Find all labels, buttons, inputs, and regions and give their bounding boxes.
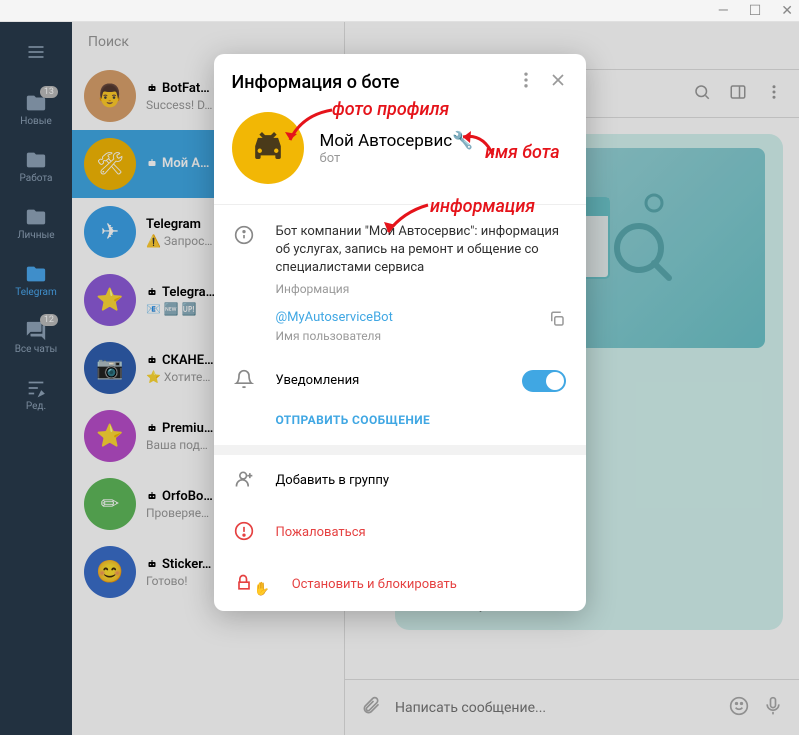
info-label: Информация	[276, 282, 566, 296]
bot-name: Мой Автосервис🔧	[320, 131, 474, 151]
window-close[interactable]: ✕	[781, 3, 793, 19]
username-label: Имя пользователя	[276, 329, 393, 343]
modal-title: Информация о боте	[232, 72, 504, 93]
bot-username[interactable]: @MyAutoserviceBot	[276, 310, 393, 325]
bot-info-modal: Информация о боте Мой Автосервис🔧 бот Бо…	[214, 54, 586, 611]
modal-backdrop[interactable]: Информация о боте Мой Автосервис🔧 бот Бо…	[0, 22, 799, 735]
copy-icon[interactable]	[548, 310, 566, 332]
send-message-button[interactable]: ОТПРАВИТЬ СООБЩЕНИЕ	[214, 411, 586, 445]
warning-icon	[234, 521, 254, 545]
modal-close-icon[interactable]	[548, 70, 568, 94]
notifications-label: Уведомления	[276, 373, 500, 388]
window-minimize[interactable]: —	[718, 3, 729, 19]
modal-more-icon[interactable]	[516, 70, 536, 94]
report-label: Пожаловаться	[276, 525, 366, 540]
window-maximize[interactable]: ☐	[749, 3, 762, 19]
add-to-group-label: Добавить в группу	[276, 473, 390, 488]
report-button[interactable]: Пожаловаться	[214, 507, 586, 559]
bot-description: Бот компании "Мой Автосервис": информаци…	[276, 223, 566, 278]
bell-icon	[234, 369, 254, 393]
window-titlebar: — ☐ ✕	[0, 0, 799, 22]
block-button[interactable]: ✋ Остановить и блокировать	[214, 559, 586, 611]
notifications-toggle[interactable]	[522, 370, 566, 392]
add-user-icon	[234, 469, 254, 493]
bot-avatar[interactable]	[232, 112, 304, 184]
stop-icon: ✋	[234, 573, 270, 597]
add-to-group-button[interactable]: Добавить в группу	[214, 455, 586, 507]
bot-type-label: бот	[320, 151, 474, 166]
info-icon	[234, 223, 254, 343]
block-label: Остановить и блокировать	[292, 577, 457, 592]
